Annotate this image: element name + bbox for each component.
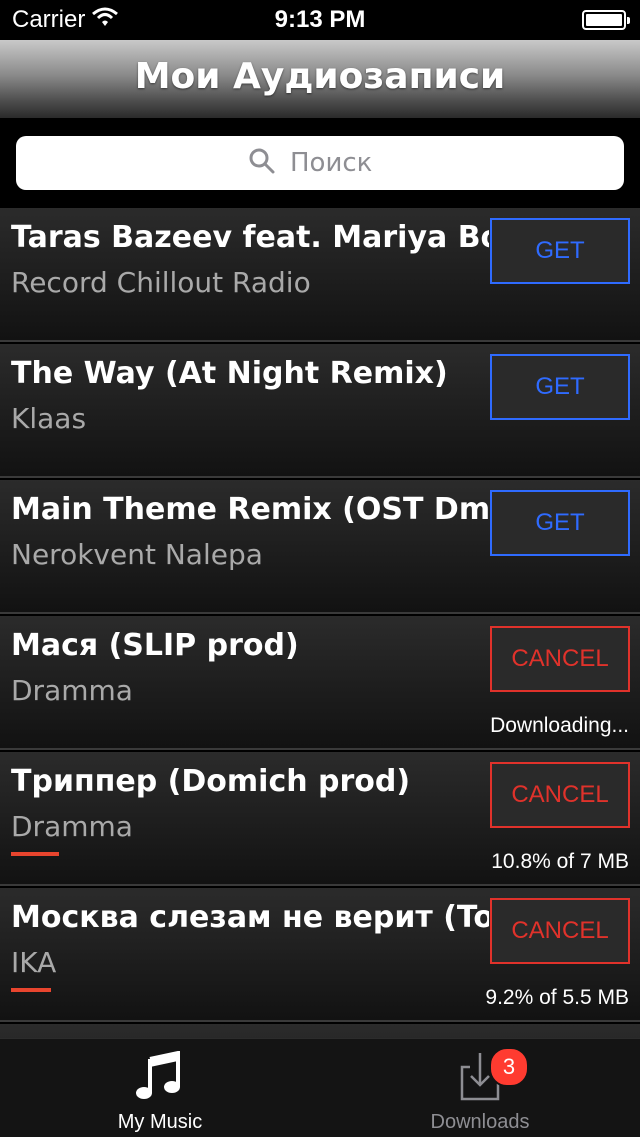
track-title: The Way (At Night Remix) <box>11 356 448 391</box>
download-status: 9.2% of 5.5 MB <box>485 986 629 1009</box>
get-button[interactable]: GET <box>490 490 630 556</box>
track-artist: Record Chillout Radio <box>11 266 311 299</box>
music-note-icon <box>136 1050 184 1107</box>
track-artist: Klaas <box>11 402 87 435</box>
tab-label-my-music: My Music <box>117 1111 203 1133</box>
tab-label-downloads: Downloads <box>430 1111 530 1133</box>
download-progress-fill <box>11 852 59 856</box>
search-input[interactable] <box>288 147 392 179</box>
cancel-button[interactable]: CANCEL <box>490 626 630 692</box>
download-progress-bar <box>11 988 451 992</box>
list-item[interactable]: Москва слезам не верит (Tom IKA CANCEL 9.2%… <box>0 888 640 1022</box>
track-title: Main Theme Remix (OST DmC) <box>11 492 489 527</box>
tab-my-music[interactable]: My Music <box>0 1039 320 1137</box>
search-area <box>0 118 640 208</box>
nav-bar: Мои Аудиозаписи <box>0 40 640 118</box>
get-button[interactable]: GET <box>490 354 630 420</box>
status-time: 9:13 PM <box>274 6 366 33</box>
track-artist: Dramma <box>11 674 133 707</box>
page-title: Мои Аудиозаписи <box>134 56 506 97</box>
cancel-button[interactable]: CANCEL <box>490 762 630 828</box>
search-box[interactable] <box>16 136 624 190</box>
track-artist: Dramma <box>11 810 133 843</box>
tab-bar: My Music 3 Downloads <box>0 1038 640 1137</box>
battery-icon <box>582 10 630 30</box>
search-icon <box>248 147 276 179</box>
get-button[interactable]: GET <box>490 218 630 284</box>
list-item[interactable]: Taras Bazeev feat. Mariya Bona Record Chi… <box>0 208 640 342</box>
list-item[interactable] <box>0 1024 640 1038</box>
list-item[interactable]: Триппер (Domich prod) Dramma CANCEL 10.8% o… <box>0 752 640 886</box>
downloads-badge: 3 <box>489 1047 529 1087</box>
list-item[interactable]: Мася (SLIP prod) Dramma CANCEL Downloading.… <box>0 616 640 750</box>
track-list: Taras Bazeev feat. Mariya Bona Record Chi… <box>0 208 640 1038</box>
track-title: Триппер (Domich prod) <box>11 764 411 799</box>
track-artist: IKA <box>11 946 57 979</box>
list-item[interactable]: Main Theme Remix (OST DmC) Nerokvent Nale… <box>0 480 640 614</box>
track-title: Москва слезам не верит (Tom <box>11 900 489 935</box>
track-title: Мася (SLIP prod) <box>11 628 299 663</box>
tab-downloads[interactable]: 3 Downloads <box>320 1039 640 1137</box>
track-title: Taras Bazeev feat. Mariya Bona <box>11 220 489 255</box>
download-progress-fill <box>11 988 52 992</box>
cancel-button[interactable]: CANCEL <box>490 898 630 964</box>
download-progress-bar <box>11 852 451 856</box>
status-bar: Carrier 9:13 PM <box>0 0 640 40</box>
track-artist: Nerokvent Nalepa <box>11 538 263 571</box>
list-item[interactable]: The Way (At Night Remix) Klaas GET <box>0 344 640 478</box>
download-status: Downloading... <box>490 714 629 737</box>
download-status: 10.8% of 7 MB <box>491 850 629 873</box>
